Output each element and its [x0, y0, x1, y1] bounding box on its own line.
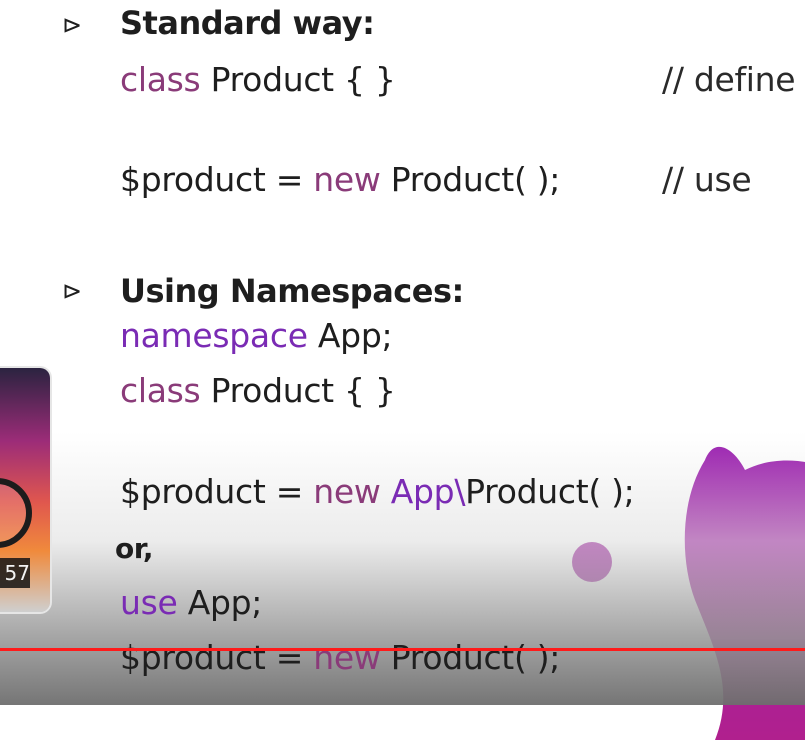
bullet-icon: ⊳ — [62, 11, 83, 39]
code-line-class: class Product { } — [120, 371, 396, 410]
keyword: class — [120, 371, 201, 410]
section-title-namespaces: Using Namespaces: — [120, 272, 464, 310]
code-text: Product( ); — [380, 638, 561, 677]
code-line-new-app-product: $product = new App\Product( ); — [120, 472, 635, 511]
keyword: use — [120, 583, 178, 622]
keyword: class — [120, 60, 201, 99]
code-text: $product = — [120, 638, 314, 677]
code-text: Product { } — [200, 371, 396, 410]
code-line-new-product: $product = new Product( ); — [120, 160, 560, 199]
decorative-blob — [684, 447, 805, 740]
code-text: $product = — [120, 472, 314, 511]
code-text: Product( ); — [465, 472, 635, 511]
code-line-class-define: class Product { } — [120, 60, 396, 99]
code-text: App; — [307, 316, 393, 355]
video-progress-bar[interactable] — [0, 648, 805, 651]
decorative-dot — [572, 542, 612, 582]
video-duration: 57 — [0, 558, 30, 588]
code-line-use: use App; — [120, 583, 262, 622]
namespace-text: App\ — [380, 472, 466, 511]
comment-use: // use — [662, 160, 752, 199]
code-text: App; — [177, 583, 263, 622]
bullet-icon: ⊳ — [62, 277, 83, 305]
video-thumbnail[interactable]: 57 — [0, 368, 50, 612]
or-label: or, — [115, 532, 154, 565]
code-text: $product = — [120, 160, 314, 199]
keyword: new — [313, 160, 381, 199]
code-text: Product( ); — [380, 160, 561, 199]
code-line-new-product-2: $product = new Product( ); — [120, 638, 560, 677]
keyword: new — [313, 472, 381, 511]
section-title-standard: Standard way: — [120, 4, 375, 42]
keyword: new — [313, 638, 381, 677]
keyword: namespace — [120, 316, 308, 355]
code-text: Product { } — [200, 60, 396, 99]
comment-define: // define — [662, 60, 796, 99]
wordpress-icon — [0, 478, 32, 548]
code-line-namespace: namespace App; — [120, 316, 393, 355]
